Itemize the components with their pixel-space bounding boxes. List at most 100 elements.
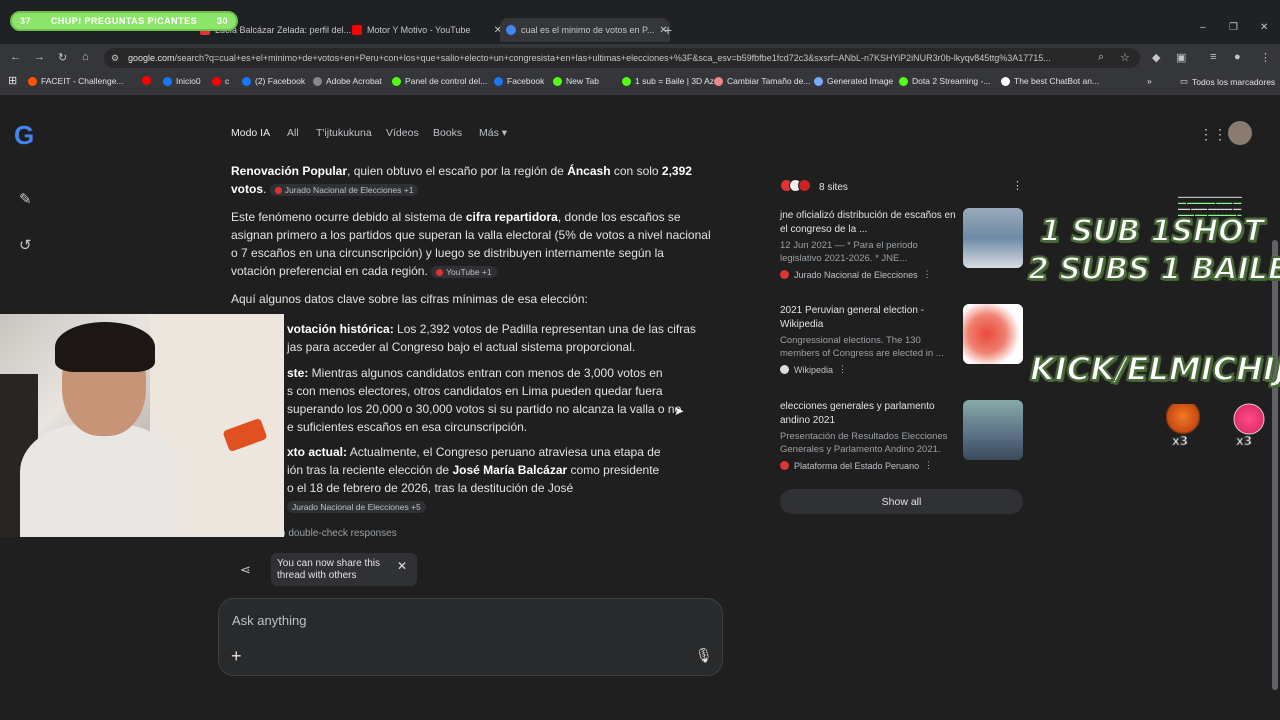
- tab-videos[interactable]: Vídeos: [386, 127, 419, 139]
- more-options-icon[interactable]: ⋮: [924, 460, 933, 471]
- bookmark-item[interactable]: The best ChatBot an...: [1001, 76, 1099, 86]
- bookmark-label: c: [225, 76, 230, 86]
- reload-icon[interactable]: ↻: [58, 51, 67, 64]
- bookmark-item[interactable]: Generated Image: [814, 76, 893, 86]
- bookmark-item[interactable]: c: [212, 76, 229, 86]
- tab-2[interactable]: Motor Y Motivo - YouTube ✕: [346, 18, 508, 42]
- more-options-icon[interactable]: ⋮: [838, 364, 847, 375]
- menu-icon[interactable]: ⋮: [1260, 51, 1271, 64]
- source-thumbnail-1[interactable]: [963, 208, 1023, 268]
- share-tooltip: You can now share this thread with other…: [271, 553, 417, 586]
- tab-more[interactable]: Más ▾: [479, 127, 507, 139]
- region-name: Áncash: [567, 164, 611, 178]
- bullet-title: xto actual:: [287, 445, 348, 459]
- tab-all[interactable]: All: [287, 127, 299, 139]
- citation-chip[interactable]: Jurado Nacional de Elecciones +5: [287, 501, 426, 513]
- source-title[interactable]: elecciones generales y parlamento andino…: [780, 400, 958, 428]
- address-host: google.com: [128, 53, 175, 63]
- history-icon[interactable]: ↺: [19, 236, 32, 254]
- bookmark-label: Panel de control del...: [405, 76, 488, 86]
- heart-emote: [1232, 402, 1266, 436]
- gob-pe-icon: [780, 461, 789, 470]
- bookmarks-folder-label: Todos los marcadores: [1192, 76, 1276, 87]
- puzzle-icon[interactable]: ▣: [1176, 51, 1186, 64]
- plus-icon[interactable]: +: [231, 646, 242, 667]
- text: Este fenómeno ocurre debido al sistema d…: [231, 210, 466, 224]
- tab-books[interactable]: Books: [433, 127, 462, 139]
- source-title[interactable]: jne oficializó distribución de escaños e…: [780, 209, 958, 237]
- bookmarks-folder[interactable]: ▭ Todos los marcadores: [1180, 76, 1275, 87]
- search-icon[interactable]: ⌕: [1098, 51, 1104, 64]
- bookmark-label: Cambiar Tamaño de...: [727, 76, 811, 86]
- bookmark-item[interactable]: [142, 76, 155, 85]
- bookmark-label: Inicio0: [176, 76, 201, 86]
- youtube-icon: [436, 269, 444, 277]
- text: jas para acceder al Congreso bajo el act…: [287, 340, 636, 354]
- new-tab-button[interactable]: +: [664, 18, 680, 42]
- tab-title: Motor Y Motivo - YouTube: [367, 25, 471, 35]
- forward-icon[interactable]: →: [34, 51, 45, 63]
- party-name: Renovación Popular: [231, 164, 348, 178]
- text: como presidente: [567, 463, 660, 477]
- bookmark-label: Dota 2 Streaming -...: [912, 76, 991, 86]
- new-chat-icon[interactable]: ✎: [19, 190, 32, 208]
- tab-images[interactable]: T'ijtukukuna: [316, 127, 372, 139]
- star-icon[interactable]: ☆: [1120, 51, 1130, 64]
- home-icon[interactable]: ⌂: [82, 51, 89, 63]
- bookmark-label: 1 sub = Baile | 3D Az...: [635, 76, 722, 86]
- close-icon[interactable]: ✕: [397, 560, 407, 572]
- source-thumbnail-3[interactable]: [963, 400, 1023, 460]
- source-card-2[interactable]: 2021 Peruvian general election - Wikiped…: [780, 304, 958, 375]
- close-window-button[interactable]: ✕: [1260, 22, 1268, 33]
- back-icon[interactable]: ←: [10, 51, 21, 63]
- maximize-button[interactable]: ❐: [1229, 22, 1238, 33]
- address-bar[interactable]: google.com/search?q=cual+es+el+minimo+de…: [104, 48, 1140, 68]
- more-options-icon[interactable]: ⋮: [923, 269, 932, 280]
- share-icon[interactable]: ⋖: [240, 562, 251, 578]
- bookmark-item[interactable]: FACEIT - Challenge...: [28, 76, 124, 86]
- bookmark-item[interactable]: 1 sub = Baile | 3D Az...: [622, 76, 721, 86]
- text: , quien obtuvo el escaño por la región d…: [347, 164, 568, 178]
- tab-title: cual es el minimo de votos en P...: [521, 25, 655, 35]
- source-thumbnail-2[interactable]: [963, 304, 1023, 364]
- tab-modo-ia[interactable]: Modo IA: [231, 127, 270, 139]
- folder-icon: ▭: [1180, 76, 1189, 86]
- profile-icon[interactable]: ●: [1234, 51, 1241, 63]
- bookmark-item[interactable]: Dota 2 Streaming -...: [899, 76, 990, 86]
- extension-icon[interactable]: ◆: [1152, 51, 1160, 64]
- sources-header[interactable]: 8 sites: [780, 179, 848, 195]
- citation-chip[interactable]: YouTube +1: [431, 266, 497, 278]
- show-all-button[interactable]: Show all: [780, 489, 1023, 514]
- text: e suficientes escaños en esa circunscrip…: [287, 420, 528, 434]
- bookmarks-more-button[interactable]: »: [1147, 76, 1152, 86]
- citation-chip[interactable]: Jurado Nacional de Elecciones +1: [269, 184, 419, 196]
- bullet-1: votación histórica: Los 2,392 votos de P…: [287, 320, 712, 356]
- bookmark-item[interactable]: (2) Facebook: [242, 76, 305, 86]
- bookmark-label: The best ChatBot an...: [1014, 76, 1100, 86]
- microphone-icon[interactable]: 🎙: [695, 647, 713, 664]
- bookmark-label: Adobe Acrobat: [326, 76, 382, 86]
- bookmark-item[interactable]: Inicio0: [163, 76, 201, 86]
- apps-grid-icon[interactable]: ⊞: [8, 74, 17, 87]
- bookmark-item[interactable]: Panel de control del...: [392, 76, 487, 86]
- source-title[interactable]: 2021 Peruvian general election - Wikiped…: [780, 304, 958, 332]
- mouse-cursor: ➤: [674, 404, 685, 418]
- ask-placeholder: Ask anything: [232, 613, 307, 628]
- site-info-icon[interactable]: ⚙: [111, 53, 119, 64]
- tab-3-active[interactable]: cual es el minimo de votos en P... ✕: [500, 18, 670, 42]
- minimize-button[interactable]: –: [1200, 22, 1206, 33]
- media-icon[interactable]: ≡: [1210, 51, 1216, 63]
- text: Actualmente, el Congreso peruano atravie…: [347, 445, 661, 459]
- stream-chat-overlay: ▬▬▬▬▬▬▬▬▬▬▬▬▬▬▬▬ ▬▬ ▬▬▬▬▬▬▬ ▬▬▬▬ ▬▬ ▬▬▬ …: [1178, 194, 1242, 217]
- avatar[interactable]: [1228, 121, 1252, 145]
- bookmark-item[interactable]: New Tab: [553, 76, 599, 86]
- google-logo[interactable]: G: [14, 120, 34, 151]
- bookmark-item[interactable]: Cambiar Tamaño de...: [714, 76, 810, 86]
- source-card-3[interactable]: elecciones generales y parlamento andino…: [780, 400, 958, 471]
- more-options-icon[interactable]: ⋮: [1012, 179, 1023, 192]
- sources-count: 8 sites: [819, 181, 848, 193]
- bookmark-item[interactable]: Facebook: [494, 76, 544, 86]
- ask-input[interactable]: [218, 598, 723, 676]
- bookmark-item[interactable]: Adobe Acrobat: [313, 76, 382, 86]
- source-card-1[interactable]: jne oficializó distribución de escaños e…: [780, 209, 958, 280]
